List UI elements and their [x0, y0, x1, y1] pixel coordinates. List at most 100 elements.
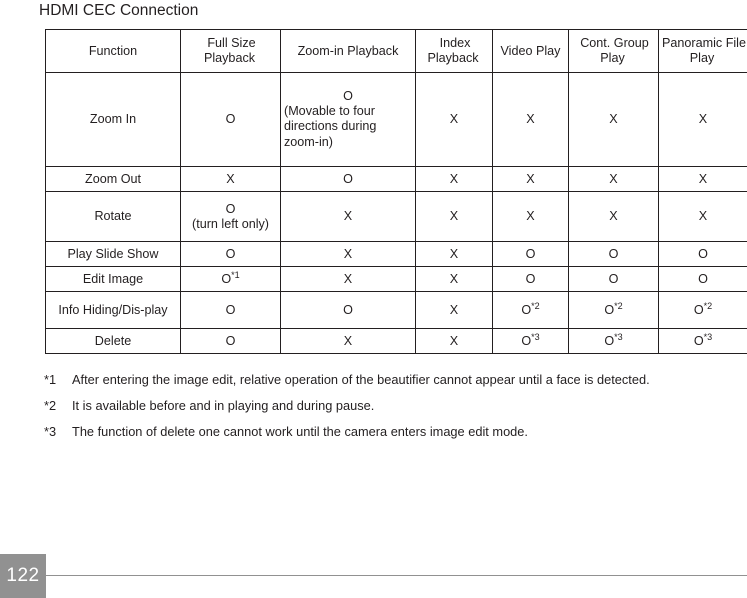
cell-function: Play Slide Show: [45, 241, 181, 267]
cell-cont-group-play: O: [568, 241, 659, 267]
footnote-item: *2 It is available before and in playing…: [44, 397, 744, 414]
column-header-function: Function: [45, 29, 181, 73]
footnote-ref: *3: [703, 331, 713, 342]
cell-panoramic-file-play: O*2: [658, 291, 747, 329]
footnote-text: The function of delete one cannot work u…: [72, 424, 528, 439]
cell-index-playback: X: [415, 72, 493, 167]
cell-zoom-in-playback: X: [280, 241, 416, 267]
cell-cont-group-play: X: [568, 72, 659, 167]
cell-mark: O: [693, 302, 704, 317]
cell-cont-group-play: O: [568, 266, 659, 292]
cell-zoom-in-playback: X: [280, 328, 416, 354]
cell-panoramic-file-play: O: [658, 266, 747, 292]
cell-function: Rotate: [45, 191, 181, 242]
cell-zoom-in-playback: X: [280, 191, 416, 242]
cell-mark: O: [221, 271, 232, 286]
cell-cont-group-play: X: [568, 191, 659, 242]
cell-index-playback: X: [415, 328, 493, 354]
footnote-ref: *3: [531, 331, 540, 342]
footnote-item: *1 After entering the image edit, relati…: [44, 371, 744, 388]
table-row: Info Hiding/Dis-play O O X O*2 O*2 O*2: [45, 291, 747, 329]
table-row: Edit Image O*1 X X O O O: [45, 266, 747, 292]
cell-cont-group-play: X: [568, 166, 659, 192]
cell-video-play: X: [492, 166, 569, 192]
cell-full-size-playback: O: [180, 291, 281, 329]
cell-full-size-playback: O*1: [180, 266, 281, 292]
page-footer: 122: [0, 554, 747, 598]
cell-panoramic-file-play: O*3: [658, 328, 747, 354]
cell-mark: O: [693, 333, 704, 348]
cell-cont-group-play: O*2: [568, 291, 659, 329]
footnote-text: It is available before and in playing an…: [72, 398, 375, 413]
column-header-video-play-label: Video Play: [500, 43, 561, 58]
cell-mark: O: [521, 333, 532, 348]
table-row: Play Slide Show O X X O O O: [45, 241, 747, 267]
column-header-index-playback-label: Index Playback: [427, 36, 479, 65]
cell-function: Zoom Out: [45, 166, 181, 192]
cell-video-play: X: [492, 191, 569, 242]
cell-full-size-playback: X: [180, 166, 281, 192]
column-header-full-size-playback: Full Size Playback: [180, 29, 281, 73]
table-row: Zoom Out X O X X X X: [45, 166, 747, 192]
cell-full-size-playback: O (turn left only): [180, 191, 281, 242]
column-header-panoramic-file-play: Panoramic File Play: [658, 29, 747, 73]
cell-panoramic-file-play: X: [658, 166, 747, 192]
footnote-text: After entering the image edit, relative …: [72, 372, 650, 387]
cell-index-playback: X: [415, 191, 493, 242]
cell-note: (Movable to four directions during zoom-…: [284, 103, 377, 149]
cell-video-play: O*2: [492, 291, 569, 329]
cell-panoramic-file-play: O: [658, 241, 747, 267]
table-header-row: Function Full Size Playback Zoom-in Play…: [45, 29, 747, 73]
cell-index-playback: X: [415, 166, 493, 192]
cell-full-size-playback: O: [180, 328, 281, 354]
cell-mark: O: [521, 302, 532, 317]
footnote-item: *3 The function of delete one cannot wor…: [44, 423, 744, 440]
column-header-video-play: Video Play: [492, 29, 569, 73]
footnote-ref: *3: [614, 331, 623, 342]
footnote-ref: *2: [531, 300, 540, 311]
cell-zoom-in-playback: O: [280, 166, 416, 192]
cell-video-play: O: [492, 241, 569, 267]
column-header-full-size-playback-label: Full Size Playback: [203, 36, 256, 65]
table-row: Rotate O (turn left only) X X X X X: [45, 191, 747, 242]
cell-mark: O: [604, 302, 615, 317]
cell-function: Delete: [45, 328, 181, 354]
footer-divider: [46, 575, 747, 576]
footnote-marker: *1: [44, 372, 57, 387]
column-header-cont-group-play: Cont. Group Play: [568, 29, 659, 73]
cell-function: Info Hiding/Dis-play: [45, 291, 181, 329]
cell-function: Edit Image: [45, 266, 181, 292]
cell-cont-group-play: O*3: [568, 328, 659, 354]
footnotes-list: *1 After entering the image edit, relati…: [44, 371, 744, 449]
cell-video-play: O: [492, 266, 569, 292]
cell-full-size-playback: O: [180, 72, 281, 167]
cell-zoom-in-playback: O: [280, 291, 416, 329]
footnote-ref: *2: [703, 300, 713, 311]
hdmi-cec-function-table: Function Full Size Playback Zoom-in Play…: [45, 29, 747, 354]
cell-index-playback: X: [415, 266, 493, 292]
column-header-zoom-in-playback-label: Zoom-in Playback: [297, 43, 399, 58]
cell-full-size-playback: O: [180, 241, 281, 267]
page-number-badge: 122: [0, 554, 46, 598]
cell-index-playback: X: [415, 241, 493, 267]
column-header-function-label: Function: [88, 43, 138, 58]
cell-zoom-in-playback: X: [280, 266, 416, 292]
column-header-panoramic-file-play-label: Panoramic File Play: [662, 36, 746, 65]
table-row: Delete O X X O*3 O*3 O*3: [45, 328, 747, 354]
column-header-zoom-in-playback: Zoom-in Playback: [280, 29, 416, 73]
footnote-ref: *2: [614, 300, 623, 311]
footnote-marker: *3: [44, 424, 57, 439]
cell-video-play: O*3: [492, 328, 569, 354]
table-row: Zoom In O O (Movable to four directions …: [45, 72, 747, 167]
footnote-marker: *2: [44, 398, 57, 413]
cell-function: Zoom In: [45, 72, 181, 167]
footnote-ref: *1: [231, 269, 240, 280]
cell-panoramic-file-play: X: [658, 72, 747, 167]
cell-video-play: X: [492, 72, 569, 167]
column-header-cont-group-play-label: Cont. Group Play: [580, 36, 649, 65]
cell-index-playback: X: [415, 291, 493, 329]
cell-mark: O: [604, 333, 615, 348]
page-title: HDMI CEC Connection: [39, 2, 199, 19]
column-header-index-playback: Index Playback: [415, 29, 493, 73]
cell-note: (turn left only): [192, 216, 269, 231]
